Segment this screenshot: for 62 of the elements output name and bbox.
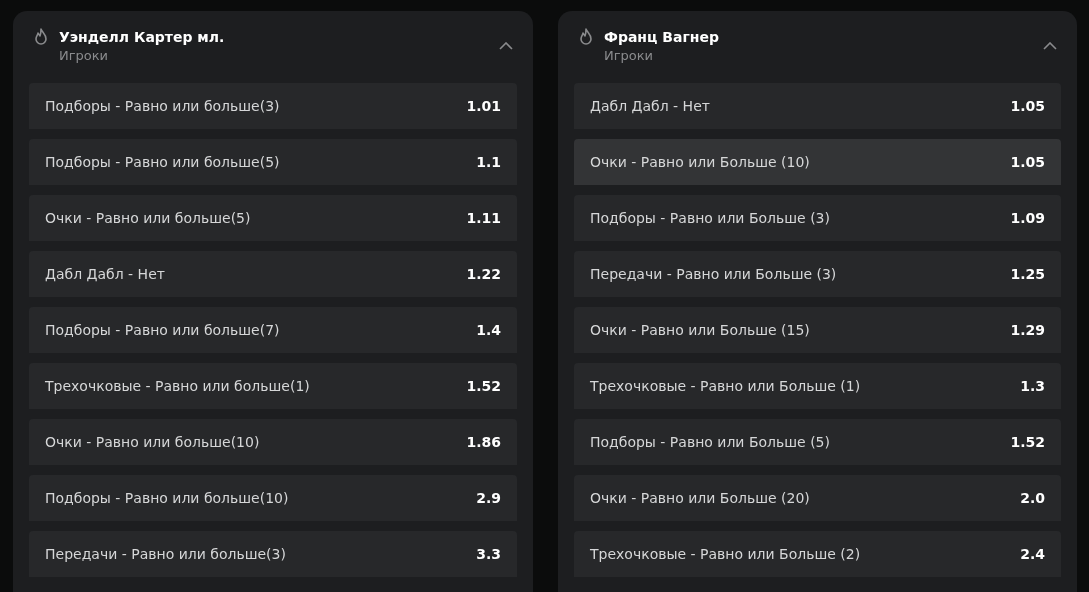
- odds-value: 1.52: [466, 378, 501, 394]
- bet-option-row[interactable]: Подборы - Равно или больше(5) 1.1: [29, 139, 517, 185]
- bet-option-label: Подборы - Равно или больше(10): [45, 490, 289, 506]
- flame-icon: [33, 28, 49, 48]
- player-name: Уэнделл Картер мл.: [59, 28, 226, 47]
- odds-value: 3.3: [476, 546, 501, 562]
- collapse-chevron-icon[interactable]: [1043, 42, 1057, 50]
- bet-option-label: Дабл Дабл - Нет: [45, 266, 165, 282]
- odds-value: 1.29: [1010, 322, 1045, 338]
- bet-option-label: Подборы - Равно или больше(3): [45, 98, 280, 114]
- player-name: Франц Вагнер: [604, 28, 720, 47]
- odds-value: 1.1: [476, 154, 501, 170]
- bet-option-label: Подборы - Равно или Больше (5): [590, 434, 830, 450]
- odds-value: 1.01: [466, 98, 501, 114]
- bet-option-row[interactable]: Подборы - Равно или Больше (5) 1.52: [574, 419, 1061, 465]
- odds-value: 1.05: [1010, 154, 1045, 170]
- bet-option-label: Очки - Равно или больше(5): [45, 210, 251, 226]
- bet-option-row[interactable]: Очки - Равно или Больше (10) 1.05: [574, 139, 1061, 185]
- odds-value: 2.0: [1020, 490, 1045, 506]
- odds-value: 1.4: [476, 322, 501, 338]
- bet-option-label: Очки - Равно или Больше (15): [590, 322, 810, 338]
- odds-value: 1.22: [466, 266, 501, 282]
- bet-option-row[interactable]: Подборы - Равно или больше(3) 1.01: [29, 83, 517, 129]
- bet-option-label: Очки - Равно или Больше (10): [590, 154, 810, 170]
- bet-option-row[interactable]: Трехочковые - Равно или больше(1) 1.52: [29, 363, 517, 409]
- bet-option-row[interactable]: Подборы - Равно или Больше (3) 1.09: [574, 195, 1061, 241]
- bet-option-row[interactable]: Подборы - Равно или больше(10) 2.9: [29, 475, 517, 521]
- bet-option-label: Передачи - Равно или больше(3): [45, 546, 286, 562]
- bet-option-row[interactable]: Дабл Дабл - Нет 1.05: [574, 83, 1061, 129]
- odds-value: 1.05: [1010, 98, 1045, 114]
- bet-option-label: Трехочковые - Равно или Больше (2): [590, 546, 861, 562]
- bet-option-row[interactable]: Передачи - Равно или Больше (3) 1.25: [574, 251, 1061, 297]
- bet-option-label: Очки - Равно или больше(10): [45, 434, 260, 450]
- flame-icon: [578, 28, 594, 48]
- bet-option-label: Трехочковые - Равно или больше(1): [45, 378, 310, 394]
- bet-option-row[interactable]: Очки - Равно или Больше (20) 2.0: [574, 475, 1061, 521]
- odds-value: 2.9: [476, 490, 501, 506]
- bet-option-row[interactable]: Трехочковые - Равно или Больше (1) 1.3: [574, 363, 1061, 409]
- bet-option-label: Подборы - Равно или больше(5): [45, 154, 280, 170]
- bet-option-label: Передачи - Равно или Больше (3): [590, 266, 837, 282]
- bet-option-row[interactable]: Очки - Равно или больше(10) 1.86: [29, 419, 517, 465]
- bet-option-row[interactable]: Очки - Равно или Больше (15) 1.29: [574, 307, 1061, 353]
- odds-value: 2.4: [1020, 546, 1045, 562]
- bet-option-label: Очки - Равно или Больше (20): [590, 490, 810, 506]
- bet-option-label: Подборы - Равно или больше(7): [45, 322, 280, 338]
- odds-value: 1.52: [1010, 434, 1045, 450]
- bet-option-row[interactable]: Очки - Равно или больше(5) 1.11: [29, 195, 517, 241]
- odds-value: 1.3: [1020, 378, 1045, 394]
- collapse-chevron-icon[interactable]: [499, 42, 513, 50]
- bet-option-row[interactable]: Передачи - Равно или больше(3) 3.3: [29, 531, 517, 577]
- odds-value: 1.86: [466, 434, 501, 450]
- category-label: Игроки: [59, 47, 110, 64]
- odds-value: 1.11: [466, 210, 501, 226]
- bet-option-label: Дабл Дабл - Нет: [590, 98, 710, 114]
- bet-option-label: Трехочковые - Равно или Больше (1): [590, 378, 861, 394]
- bet-option-label: Подборы - Равно или Больше (3): [590, 210, 830, 226]
- odds-value: 1.25: [1010, 266, 1045, 282]
- odds-value: 1.09: [1010, 210, 1045, 226]
- bet-option-row[interactable]: Подборы - Равно или больше(7) 1.4: [29, 307, 517, 353]
- category-label: Игроки: [604, 47, 655, 64]
- bet-option-row[interactable]: Дабл Дабл - Нет 1.22: [29, 251, 517, 297]
- bet-option-row[interactable]: Трехочковые - Равно или Больше (2) 2.4: [574, 531, 1061, 577]
